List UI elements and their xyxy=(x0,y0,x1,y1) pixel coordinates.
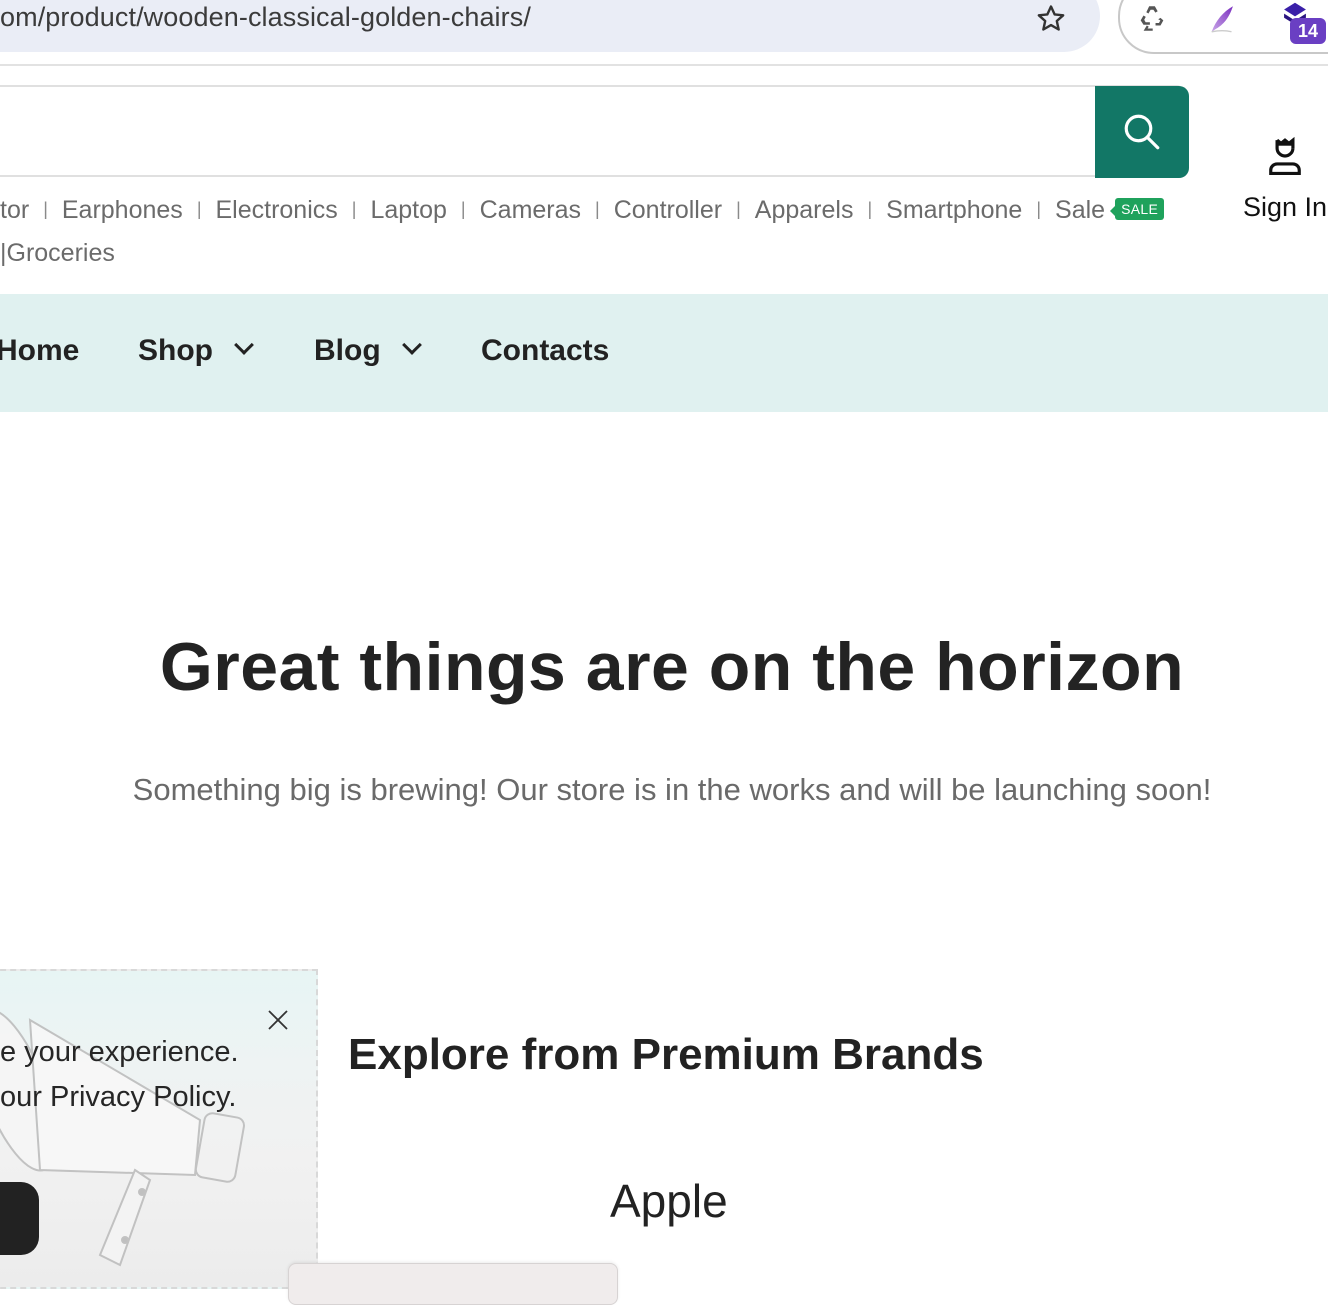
category-link-sale[interactable]: Sale xyxy=(1055,196,1105,224)
separator: | xyxy=(867,199,873,219)
main-nav: Home Shop Blog Contacts xyxy=(0,294,1328,412)
category-link[interactable]: Groceries xyxy=(7,239,115,267)
privacy-policy-link[interactable]: Privacy Policy xyxy=(50,1081,228,1113)
sale-badge: SALE xyxy=(1110,198,1165,220)
search-icon xyxy=(1124,114,1160,150)
brand-name[interactable]: Apple xyxy=(610,1174,728,1228)
cookie-text-policy: our Privacy Policy. xyxy=(0,1081,236,1114)
category-link[interactable]: Cameras xyxy=(480,196,581,224)
separator: | xyxy=(351,199,357,219)
search-input[interactable] xyxy=(0,87,1090,175)
page-subtitle: Something big is brewing! Our store is i… xyxy=(132,772,1212,807)
category-links: tor | Earphones | Electronics | Laptop | Cameras… xyxy=(0,196,1165,225)
chevron-down-icon xyxy=(234,335,254,355)
floating-panel xyxy=(288,1263,618,1305)
cookie-text-prefix: our xyxy=(0,1081,50,1113)
separator: | xyxy=(736,199,741,219)
separator: | xyxy=(43,199,48,219)
category-links-row2: |Groceries xyxy=(0,239,115,268)
separator: | xyxy=(595,199,600,219)
star-icon[interactable] xyxy=(1034,2,1068,36)
category-link[interactable]: Controller xyxy=(614,196,722,224)
extension-badge: 14 xyxy=(1290,18,1326,44)
recycle-icon[interactable] xyxy=(1135,2,1169,36)
category-link[interactable]: Electronics xyxy=(216,196,338,224)
nav-item-contacts[interactable]: Contacts xyxy=(481,334,609,368)
category-link[interactable]: Smartphone xyxy=(886,196,1022,224)
close-icon[interactable] xyxy=(262,1004,294,1036)
separator: | xyxy=(460,199,466,219)
separator: | xyxy=(196,199,202,219)
url-text[interactable]: om/product/wooden-classical-golden-chair… xyxy=(0,2,531,33)
page-title: Great things are on the horizon xyxy=(159,629,1185,705)
brands-heading: Explore from Premium Brands xyxy=(348,1030,984,1079)
divider xyxy=(0,64,1328,66)
search-button[interactable] xyxy=(1095,86,1189,178)
cookie-text: e your experience. xyxy=(0,1036,239,1068)
cookie-accept-button[interactable] xyxy=(0,1182,39,1255)
nav-item-blog[interactable]: Blog xyxy=(314,334,422,368)
category-link[interactable]: Earphones xyxy=(62,196,183,224)
sign-in-link[interactable]: Sign In xyxy=(1243,192,1327,223)
chevron-down-icon xyxy=(401,335,422,355)
nav-item-shop[interactable]: Shop xyxy=(138,334,254,368)
feather-icon[interactable] xyxy=(1206,2,1240,36)
category-link[interactable]: Apparels xyxy=(755,196,854,224)
category-link[interactable]: tor xyxy=(0,196,29,224)
separator: | xyxy=(1036,199,1042,219)
user-icon[interactable] xyxy=(1266,135,1304,177)
cookie-text-suffix: . xyxy=(228,1081,237,1113)
category-link[interactable]: Laptop xyxy=(370,196,446,224)
nav-item-home[interactable]: Home xyxy=(0,334,79,368)
